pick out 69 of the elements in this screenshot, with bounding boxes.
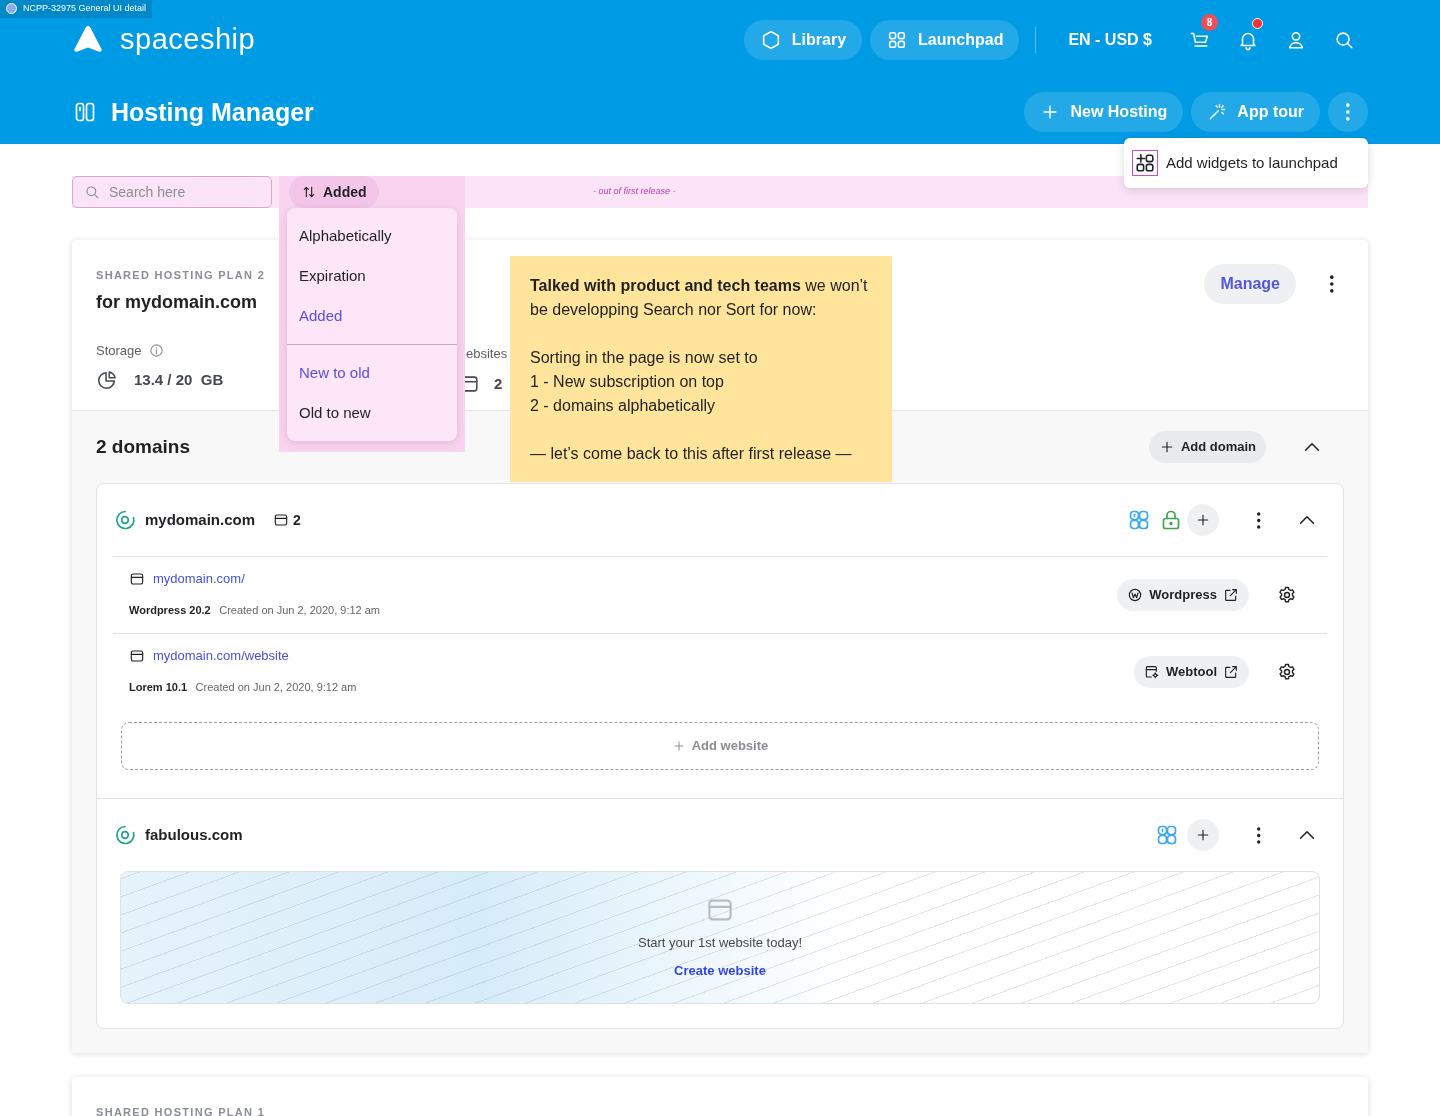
settings-icon	[1277, 585, 1297, 605]
plan-type: SHARED HOSTING PLAN 1	[96, 1105, 266, 1116]
domain-name[interactable]: fabulous.com	[145, 823, 243, 847]
plan-type: SHARED HOSTING PLAN 2	[96, 268, 266, 283]
kebab-icon	[1257, 511, 1261, 529]
websites-label: ebsites	[466, 346, 508, 361]
add-website-button[interactable]: Add website	[121, 722, 1319, 770]
kebab-icon	[1346, 103, 1350, 121]
external-link-icon	[1223, 664, 1239, 680]
menu-item[interactable]: Add widgets to launchpad	[1132, 150, 1338, 176]
note-paragraph: — let’s come back to this after first release —	[530, 444, 853, 464]
domain-name[interactable]: mydomain.com	[145, 508, 256, 532]
created-date: Created on Jun 2, 2020, 9:12 am	[219, 603, 381, 616]
created-date: Created on Jun 2, 2020, 9:12 am	[195, 680, 357, 693]
release-note: - out of first release -	[593, 185, 676, 199]
sort-option[interactable]: Added	[287, 296, 457, 336]
plus-icon	[671, 739, 686, 753]
app-version: Lorem 10.1	[129, 680, 188, 693]
plus-icon	[1195, 827, 1211, 843]
open-tool-button[interactable]: Wordpress	[1117, 579, 1249, 611]
sort-button[interactable]: Added	[289, 176, 379, 208]
storage-label: Storage	[96, 342, 142, 360]
info-icon	[148, 343, 164, 359]
note-paragraph: Talked with product and tech teams we won’t be developping Search nor Sort for now:	[530, 276, 869, 320]
websites-count: 2	[494, 374, 503, 394]
order-option[interactable]: Old to new	[287, 393, 457, 433]
apps-icon	[1155, 823, 1179, 847]
page-title: Hosting Manager	[111, 97, 314, 127]
website-count: 2	[293, 510, 301, 530]
order-option[interactable]: New to old	[287, 353, 457, 393]
kebab-icon	[1257, 826, 1261, 844]
pie-chart-icon	[96, 368, 118, 391]
sort-icon	[301, 184, 317, 200]
add-domain-button[interactable]: Add domain	[1148, 431, 1266, 463]
website-link[interactable]: mydomain.com/website	[153, 646, 289, 666]
storage-value: 13.4 / 20 GB	[134, 369, 224, 390]
plus-icon	[1195, 512, 1211, 528]
window-gear-icon	[1143, 664, 1160, 680]
search-field[interactable]: Search here	[72, 176, 272, 208]
sort-option[interactable]: Expiration	[287, 256, 457, 296]
open-tool-button[interactable]: Webtool	[1133, 656, 1249, 688]
create-website-link[interactable]: Create website	[674, 960, 766, 980]
apps-icon	[1127, 508, 1151, 532]
settings-icon	[1277, 662, 1297, 682]
wordpress-icon	[1127, 587, 1144, 603]
domain-target-icon	[113, 823, 137, 847]
manage-button[interactable]: Manage	[1204, 264, 1296, 304]
window-icon	[129, 648, 145, 664]
kebab-icon	[1330, 275, 1334, 293]
external-link-icon	[1223, 587, 1239, 603]
app-version: Wordpress 20.2	[129, 603, 211, 616]
add-widget-icon	[1132, 150, 1158, 176]
empty-message: Start your 1st website today!	[638, 934, 802, 952]
plan-title: for mydomain.com	[96, 292, 258, 314]
website-link[interactable]: mydomain.com/	[153, 569, 245, 589]
search-icon	[1333, 29, 1355, 51]
add-button[interactable]	[1187, 819, 1219, 851]
search-icon	[84, 184, 100, 200]
domain-target-icon	[113, 508, 137, 532]
sort-option[interactable]: Alphabetically	[287, 216, 457, 256]
window-icon	[273, 512, 290, 528]
magic-wand-icon	[1207, 102, 1228, 122]
add-button[interactable]	[1187, 504, 1219, 536]
panel-icon	[73, 100, 97, 124]
note-paragraph: Sorting in the page is now set to 1 - New subscription on top 2 - domains alphabetically	[530, 348, 759, 416]
brand-name: spaceship	[120, 22, 256, 58]
domains-count-title: 2 domains	[96, 435, 190, 459]
cart-count-badge: 8	[1201, 14, 1218, 31]
window-icon	[129, 571, 145, 587]
